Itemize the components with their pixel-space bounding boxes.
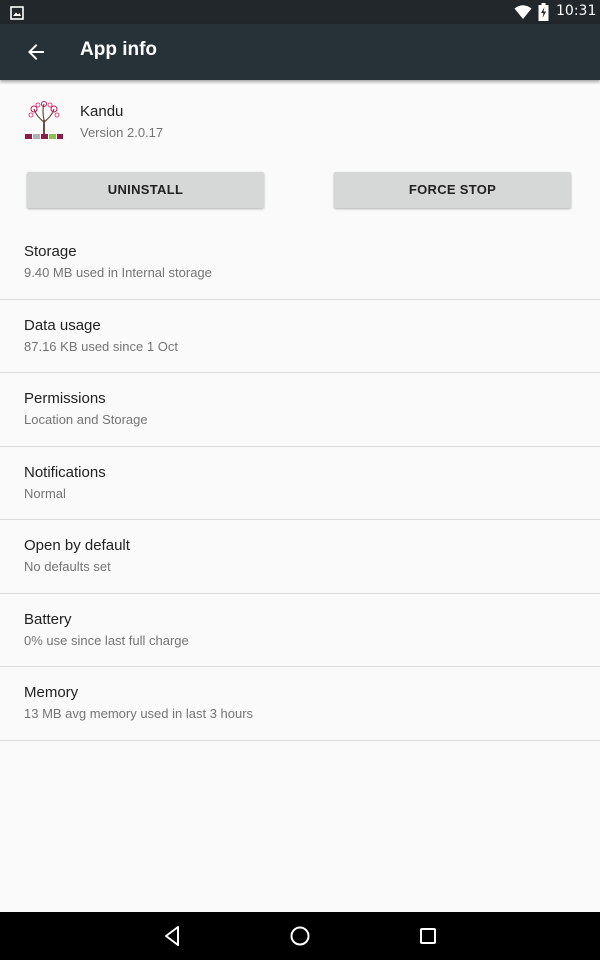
list-item-permissions[interactable]: Permissions Location and Storage — [0, 373, 600, 447]
app-version: Version 2.0.17 — [80, 125, 164, 140]
list-item-summary: No defaults set — [24, 559, 111, 574]
list-item-title: Battery — [24, 610, 72, 628]
list-item-summary: 0% use since last full charge — [24, 632, 189, 648]
nav-recents-icon[interactable] — [416, 924, 440, 948]
list-item-storage[interactable]: Storage 9.40 MB used in Internal storage — [0, 226, 600, 300]
list-item-summary: Location and Storage — [24, 412, 148, 427]
list-item-memory[interactable]: Memory 13 MB avg memory used in last 3 h… — [0, 667, 600, 741]
list-item-battery[interactable]: Battery 0% use since last full charge — [0, 594, 600, 667]
navigation-bar — [0, 912, 600, 960]
arrow-back-icon[interactable] — [24, 40, 48, 64]
list-item-summary: 87.16 KB used since 1 Oct — [24, 338, 178, 354]
nav-home-icon[interactable] — [288, 924, 312, 948]
list-item-summary: Normal — [24, 485, 66, 501]
list-item-data-usage[interactable]: Data usage 87.16 KB used since 1 Oct — [0, 300, 600, 373]
image-notification-icon — [10, 5, 24, 20]
battery-charging-icon — [538, 3, 549, 21]
list-item-title: Notifications — [24, 463, 106, 481]
list-item-summary: 9.40 MB used in Internal storage — [24, 265, 212, 280]
list-item-title: Permissions — [24, 390, 106, 407]
list-item-open-by-default[interactable]: Open by default No defaults set — [0, 520, 600, 594]
list-item-title: Data usage — [24, 316, 101, 334]
status-clock: 10:31 — [556, 3, 597, 19]
list-item-notifications[interactable]: Notifications Normal — [0, 447, 600, 520]
uninstall-button[interactable]: UNINSTALL — [27, 172, 264, 208]
nav-back-icon[interactable] — [160, 924, 184, 948]
app-header: Kandu Version 2.0.17 — [0, 80, 600, 160]
app-name: Kandu — [80, 103, 124, 120]
list-item-title: Open by default — [24, 537, 130, 554]
list-item-title: Storage — [24, 243, 77, 260]
page-title: App info — [80, 39, 158, 60]
list-item-title: Memory — [24, 684, 79, 701]
kandu-tree-logo-icon — [24, 100, 64, 140]
app-info-list: Storage 9.40 MB used in Internal storage… — [0, 226, 600, 741]
wifi-icon — [514, 4, 532, 20]
app-bar: App info — [0, 24, 600, 80]
list-item-summary: 13 MB avg memory used in last 3 hours — [24, 706, 254, 721]
status-bar: 10:31 — [0, 0, 600, 24]
force-stop-button[interactable]: FORCE STOP — [334, 172, 571, 208]
